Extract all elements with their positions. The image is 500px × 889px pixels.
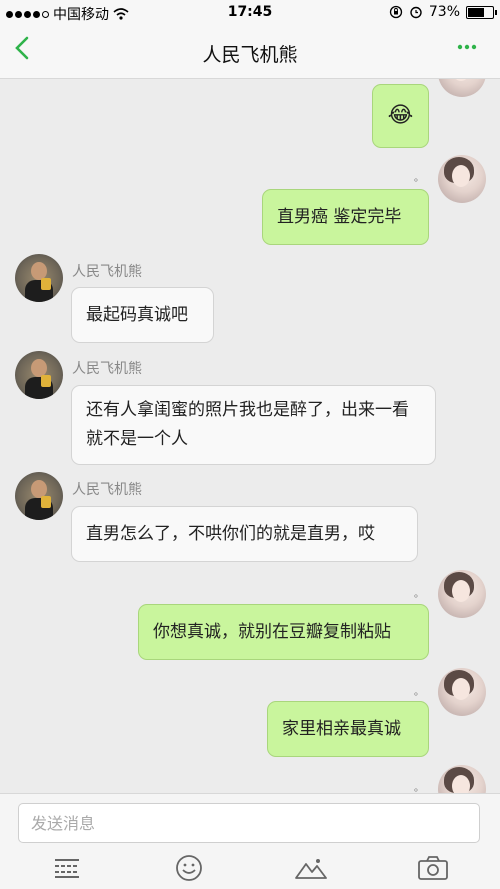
- read-receipt-icon: 。: [414, 589, 424, 600]
- keyboard-button[interactable]: [49, 854, 85, 882]
- battery-percent: 73%: [428, 4, 460, 20]
- self-avatar[interactable]: [438, 155, 486, 203]
- message-bubble-incoming[interactable]: 最起码真诚吧: [71, 287, 214, 343]
- input-bar: [0, 793, 500, 889]
- image-button[interactable]: [293, 854, 329, 882]
- message-bubble-outgoing[interactable]: 你想真诚，就别在豆瓣复制粘贴: [138, 604, 429, 660]
- message-input[interactable]: [18, 803, 480, 843]
- sender-name: 人民飞机熊: [72, 361, 142, 377]
- self-avatar[interactable]: [438, 668, 486, 716]
- battery-icon: [466, 5, 497, 19]
- self-avatar[interactable]: [438, 570, 486, 618]
- message-bubble-outgoing[interactable]: 😂: [372, 84, 429, 148]
- contact-avatar[interactable]: [15, 351, 63, 399]
- sender-name: 人民飞机熊: [72, 264, 142, 280]
- message-bubble-outgoing[interactable]: 直男癌 鉴定完毕: [262, 189, 429, 245]
- self-avatar[interactable]: [438, 79, 486, 97]
- more-button[interactable]: [456, 36, 478, 64]
- message-list[interactable]: 😂 。 直男癌 鉴定完毕 人民飞机熊 最起码真诚吧 人民飞机熊 还有人拿闺蜜的照…: [0, 79, 500, 793]
- alarm-icon: [410, 6, 422, 19]
- chat-title: 人民飞机熊: [202, 44, 298, 66]
- self-avatar[interactable]: [438, 765, 486, 793]
- image-icon: [295, 859, 327, 879]
- nav-bar: 人民飞机熊: [0, 26, 500, 79]
- read-receipt-icon: 。: [414, 173, 424, 184]
- contact-avatar[interactable]: [15, 472, 63, 520]
- status-bar: 中国移动 17:45 73%: [0, 0, 500, 26]
- keyboard-icon: [55, 859, 79, 878]
- contact-avatar[interactable]: [15, 254, 63, 302]
- message-bubble-incoming[interactable]: 还有人拿闺蜜的照片我也是醉了，出来一看就不是一个人: [71, 385, 436, 465]
- status-right: 73%: [389, 4, 497, 20]
- emoji-icon: [176, 855, 202, 881]
- sender-name: 人民飞机熊: [72, 482, 142, 498]
- ellipsis-icon: [457, 44, 477, 50]
- camera-button[interactable]: [415, 854, 451, 882]
- message-bubble-incoming[interactable]: 直男怎么了，不哄你们的就是直男，哎: [71, 506, 418, 562]
- rotation-lock-icon: [389, 5, 403, 19]
- read-receipt-icon: 。: [414, 687, 424, 698]
- emoji-button[interactable]: [171, 854, 207, 882]
- camera-icon: [418, 856, 448, 880]
- read-receipt-icon: 。: [414, 783, 424, 793]
- message-bubble-outgoing[interactable]: 家里相亲最真诚: [267, 701, 429, 757]
